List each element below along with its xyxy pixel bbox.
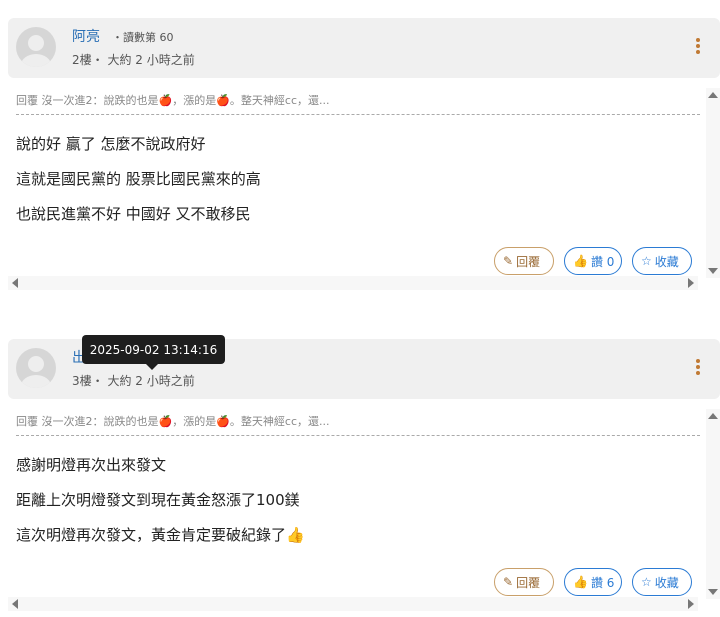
avatar[interactable]	[16, 348, 56, 388]
favorite-label: 收藏	[654, 575, 679, 590]
post-meta: 3樓・ 大約 2 小時之前	[72, 372, 195, 389]
tooltip-arrow	[146, 364, 158, 370]
vertical-scrollbar[interactable]	[706, 88, 720, 278]
meta-separator: ・	[91, 374, 104, 388]
quote-prefix: 回覆 沒一次進2：說跌的也是	[16, 94, 159, 107]
red-apple-icon: 🍎	[216, 415, 230, 428]
star-outline-icon: ☆	[641, 575, 652, 589]
author-rank: ・讀數第 60	[112, 31, 174, 44]
kebab-menu-icon[interactable]	[696, 359, 700, 377]
scroll-down-arrow-icon[interactable]	[708, 589, 718, 595]
quote-suffix: 。整天神經cc，還...	[229, 415, 330, 428]
scroll-left-arrow-icon[interactable]	[12, 599, 18, 609]
comment-line: 距離上次明燈發文到現在黃金怒漲了100鎂	[16, 491, 300, 509]
post-time[interactable]: 大約 2 小時之前	[107, 53, 194, 67]
comment-body: 感謝明燈再次出來發文 距離上次明燈發文到現在黃金怒漲了100鎂 這次明燈再次發文…	[16, 451, 696, 556]
scroll-right-arrow-icon[interactable]	[688, 278, 694, 288]
reply-button[interactable]: ✎ 回覆	[494, 247, 554, 275]
horizontal-scrollbar[interactable]	[8, 276, 698, 290]
star-outline-icon: ☆	[641, 254, 652, 268]
horizontal-scrollbar[interactable]	[8, 597, 698, 611]
favorite-label: 收藏	[654, 254, 679, 269]
scroll-up-arrow-icon[interactable]	[708, 92, 718, 98]
pencil-icon: ✎	[503, 254, 514, 268]
like-button[interactable]: 👍 讚 6	[564, 568, 622, 596]
favorite-button[interactable]: ☆ 收藏	[632, 247, 692, 275]
reply-button[interactable]: ✎ 回覆	[494, 568, 554, 596]
red-apple-icon: 🍎	[158, 94, 173, 107]
quote-mid: ，漲的是	[172, 415, 217, 428]
meta-separator: ・	[91, 53, 104, 67]
floor-number: 3樓	[72, 374, 92, 388]
comment-line: 感謝明燈再次出來發文	[16, 456, 167, 474]
reply-quote[interactable]: 回覆 沒一次進2：說跌的也是🍎，漲的是🍎。整天神經cc，還...	[16, 413, 700, 436]
kebab-menu-icon[interactable]	[696, 38, 700, 56]
quote-suffix: 。整天神經cc，還...	[229, 94, 330, 107]
scroll-left-arrow-icon[interactable]	[12, 278, 18, 288]
tooltip-text: 2025-09-02 13:14:16	[89, 342, 218, 357]
reply-label: 回覆	[516, 254, 541, 269]
thumbs-up-outline-icon: 👍	[573, 254, 588, 268]
like-label: 讚 0	[590, 254, 615, 269]
comment-line: 說的好 贏了 怎麼不說政府好	[16, 135, 206, 153]
vertical-scrollbar[interactable]	[706, 409, 720, 599]
avatar[interactable]	[16, 27, 56, 67]
like-button[interactable]: 👍 讚 0	[564, 247, 622, 275]
scroll-up-arrow-icon[interactable]	[708, 413, 718, 419]
post-meta: 2樓・ 大約 2 小時之前	[72, 51, 195, 68]
comment-line: 也說民進黨不好 中國好 又不敢移民	[16, 205, 251, 223]
reply-label: 回覆	[516, 575, 541, 590]
reply-quote[interactable]: 回覆 沒一次進2：說跌的也是🍎，漲的是🍎。整天神經cc，還...	[16, 92, 700, 115]
pencil-icon: ✎	[503, 575, 514, 589]
red-apple-icon: 🍎	[216, 94, 230, 107]
comment-actions: ✎ 回覆 👍 讚 6 ☆ 收藏	[494, 568, 692, 596]
comment-line-text: 這次明燈再次發文，黃金肯定要破紀錄了	[16, 526, 287, 544]
quote-prefix: 回覆 沒一次進2：說跌的也是	[16, 415, 159, 428]
comment-body: 說的好 贏了 怎麼不說政府好 這就是國民黨的 股票比國民黨來的高 也說民進黨不好…	[16, 130, 696, 235]
comment-line: 這就是國民黨的 股票比國民黨來的高	[16, 170, 261, 188]
favorite-button[interactable]: ☆ 收藏	[632, 568, 692, 596]
scroll-down-arrow-icon[interactable]	[708, 268, 718, 274]
thumbs-up-emoji-icon: 👍	[286, 526, 305, 544]
author-name[interactable]: 阿亮	[72, 26, 100, 46]
floor-number: 2樓	[72, 53, 92, 67]
comment-line: 這次明燈再次發文，黃金肯定要破紀錄了👍	[16, 521, 696, 556]
scroll-right-arrow-icon[interactable]	[688, 599, 694, 609]
comment-actions: ✎ 回覆 👍 讚 0 ☆ 收藏	[494, 247, 692, 275]
comment-header: 阿亮 ・讀數第 60 2樓・ 大約 2 小時之前	[8, 18, 720, 78]
like-label: 讚 6	[590, 575, 615, 590]
thumbs-up-outline-icon: 👍	[573, 575, 588, 589]
quote-mid: ，漲的是	[172, 94, 217, 107]
red-apple-icon: 🍎	[158, 415, 173, 428]
post-time[interactable]: 大約 2 小時之前	[107, 374, 194, 388]
timestamp-tooltip: 2025-09-02 13:14:16	[82, 335, 225, 370]
